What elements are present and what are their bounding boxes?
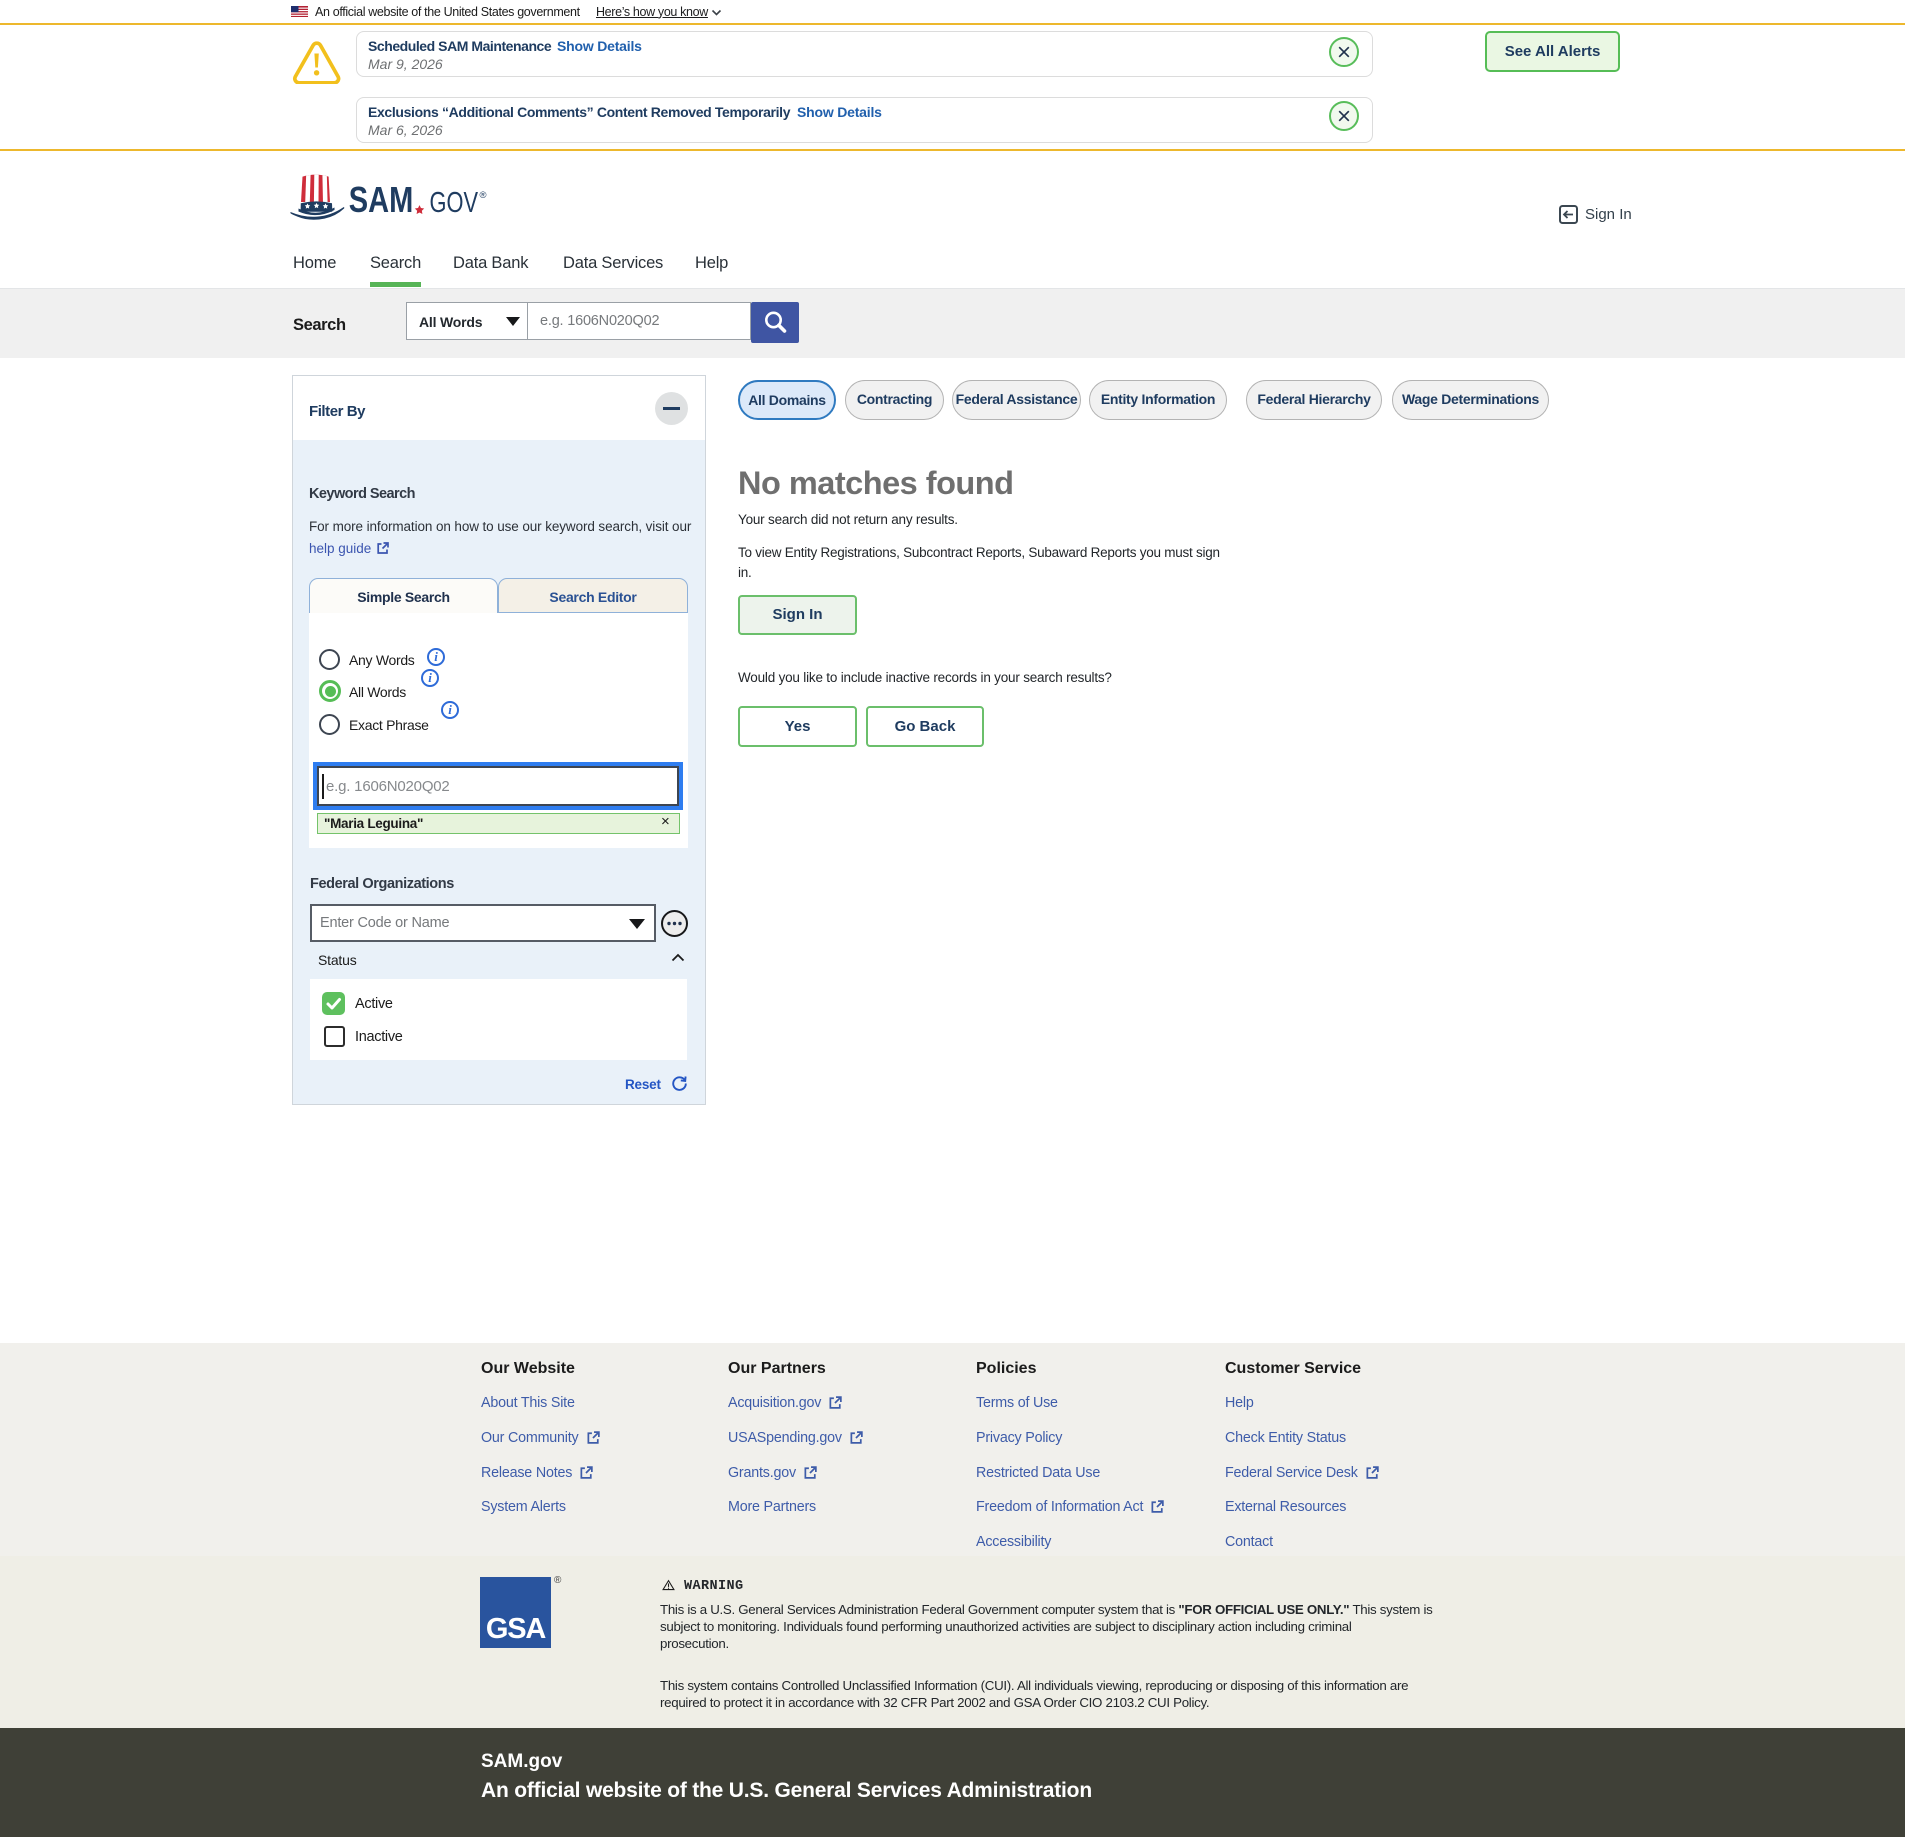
svg-text:GOV: GOV <box>430 187 479 219</box>
svg-text:®: ® <box>480 190 487 201</box>
svg-text:SAM: SAM <box>349 180 414 220</box>
